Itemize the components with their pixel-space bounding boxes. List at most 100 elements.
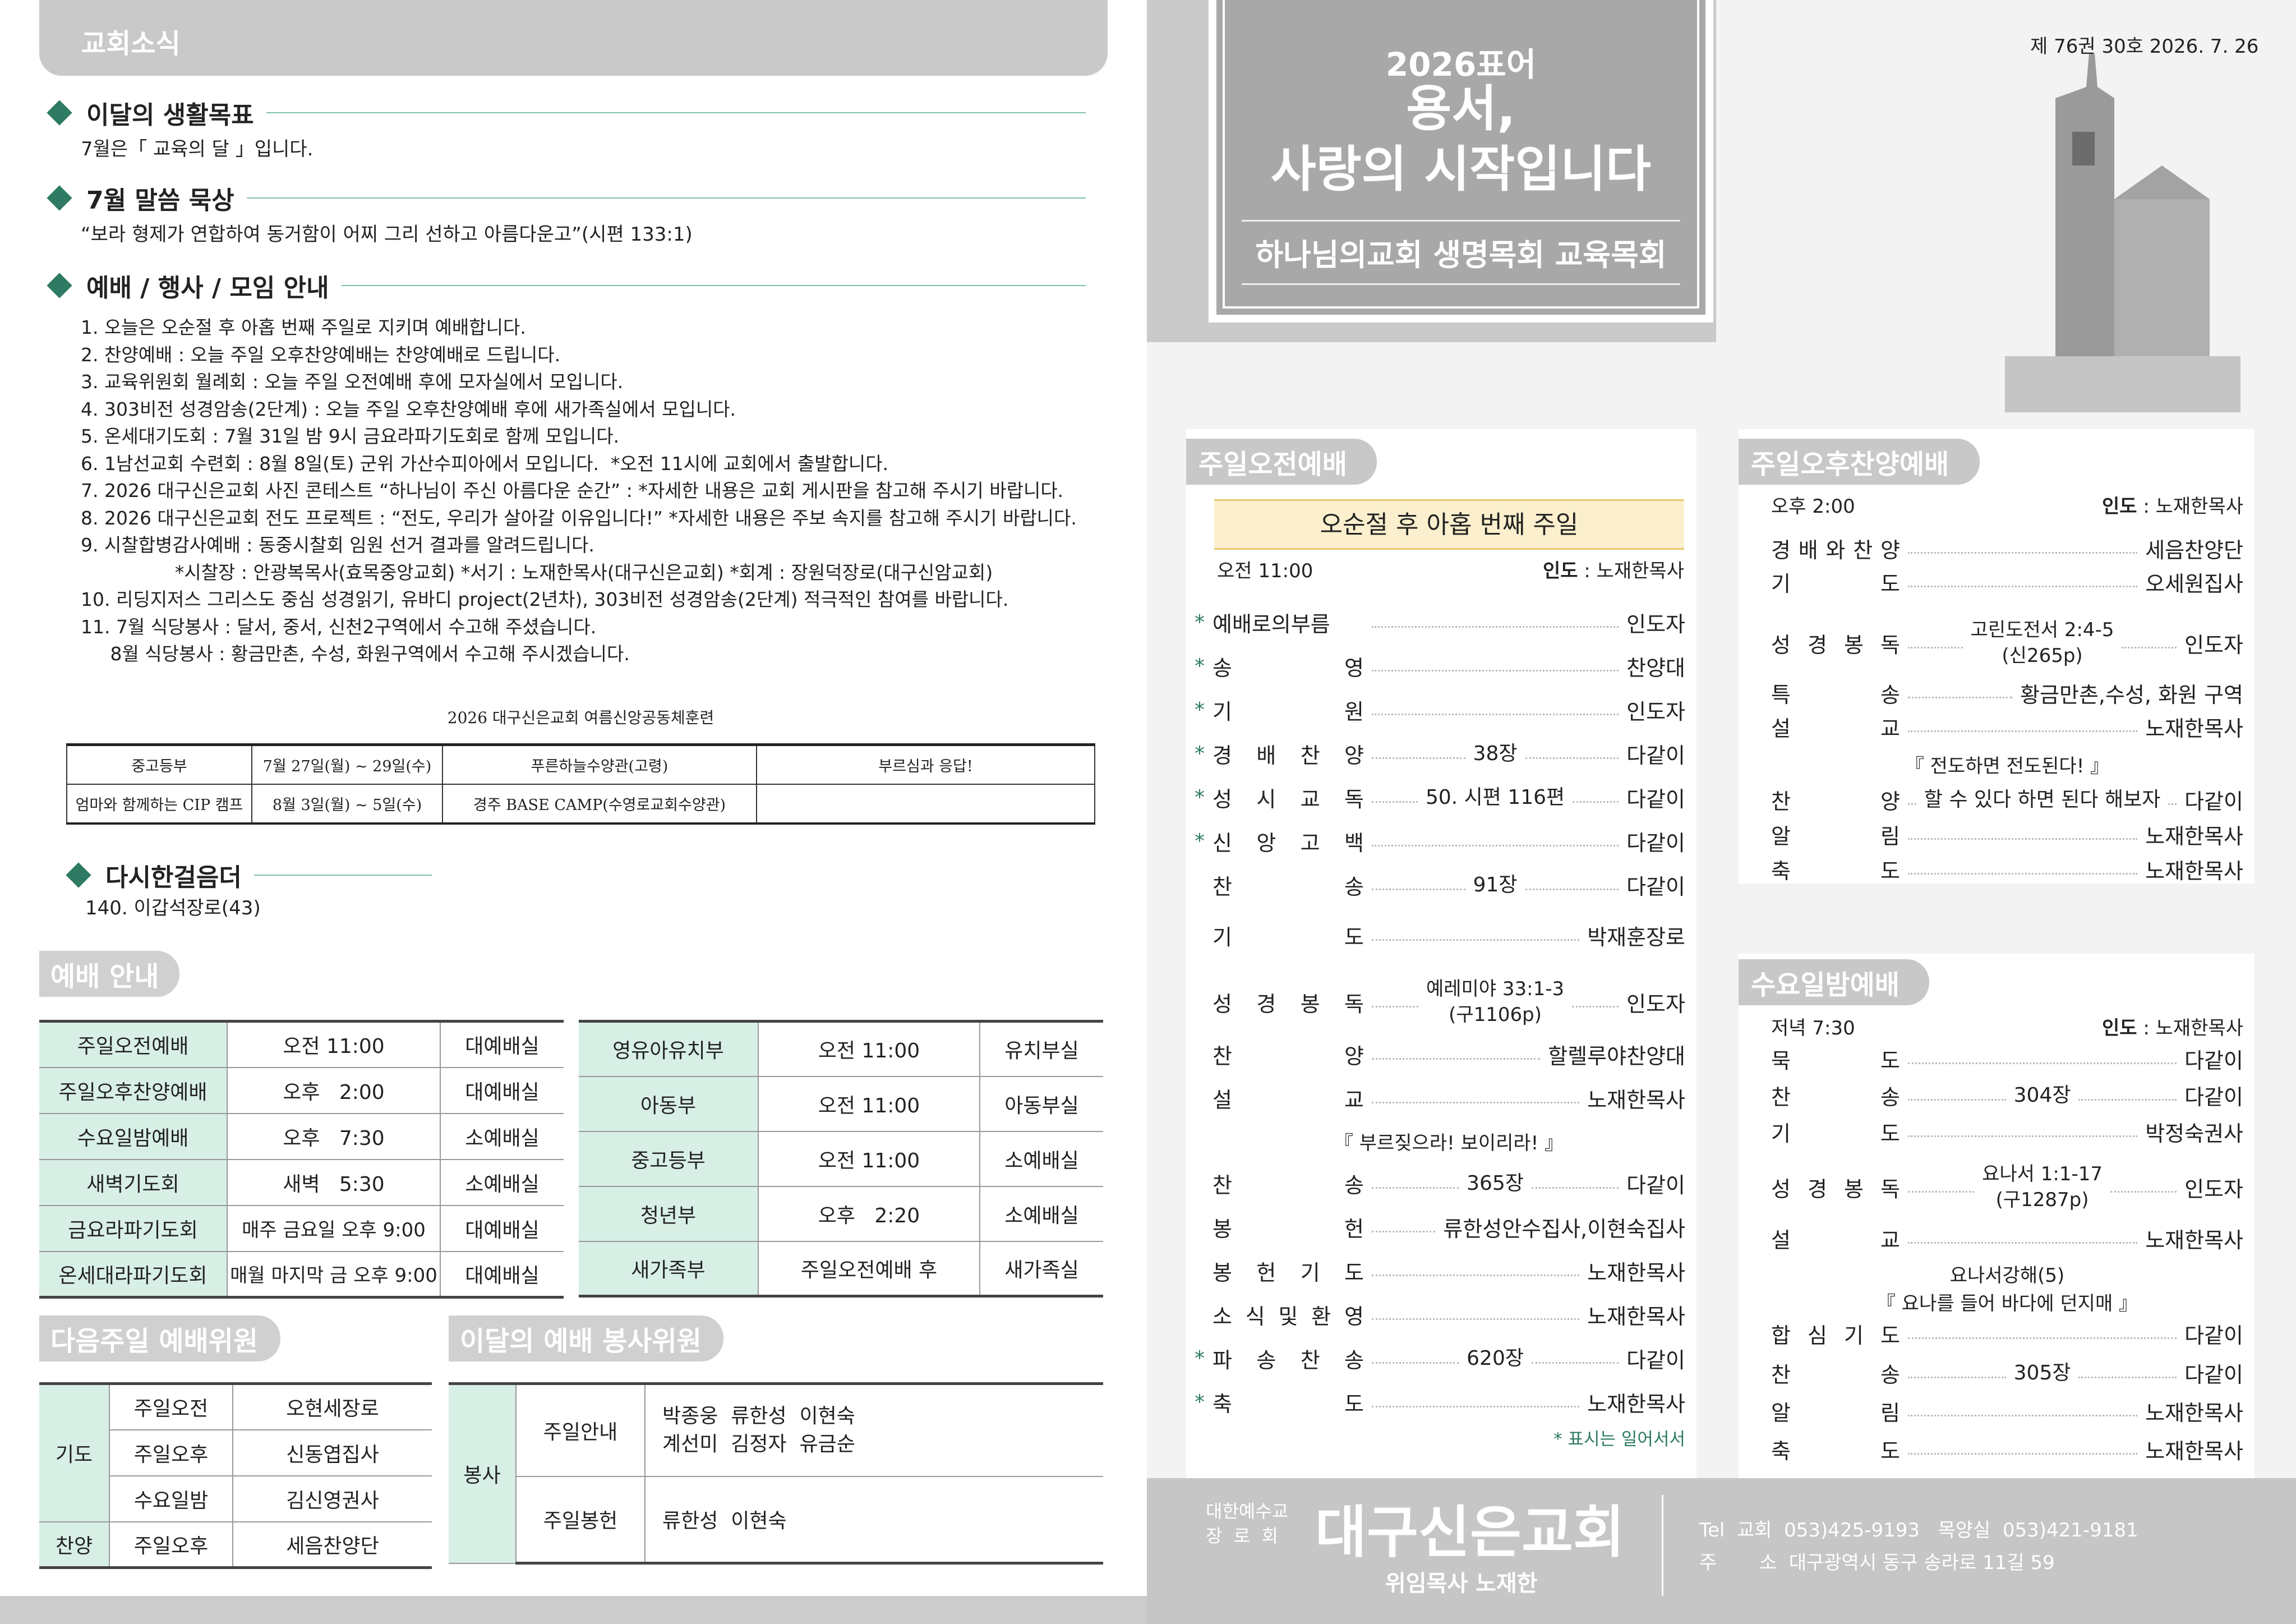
- sermon-title: 『 전도하면 전도된다! 』: [1905, 755, 2110, 778]
- order-label: 기원: [1212, 700, 1364, 724]
- table-row: 주일오전예배 오전 11:00 대예배실: [39, 1020, 564, 1068]
- order-person: 인도자: [2184, 1176, 2244, 1202]
- order-row: * 송 영 찬양대: [1195, 651, 1685, 682]
- order-person: 다같이: [2184, 1085, 2244, 1110]
- standing-note: * 표시는 일어서서: [1553, 1429, 1685, 1450]
- notices-section: 예배 / 행사 / 모임 안내 1. 오늘은 오순절 후 아홉 번째 주일로 지…: [43, 266, 1086, 668]
- footer-address: 주 소 대구광역시 동구 송라로 11길 59: [1699, 1552, 2055, 1574]
- order-row: * 신 앙 고 백 다같이: [1195, 826, 1685, 857]
- goal-title: 이달의 생활목표: [86, 101, 254, 130]
- order-person: 다같이: [1626, 787, 1686, 812]
- order-row: * 예배로의부름 인도자: [1195, 607, 1685, 638]
- notice-item: *시찰장 : 안광복목사(효목중앙교회) *서기 : 노재한목사(대구신은교회)…: [81, 561, 993, 583]
- morning-time: 오전 11:00: [1217, 560, 1313, 582]
- morning-leader: 인도 : 노재한목사: [1542, 560, 1684, 582]
- order-person: 다같이: [2184, 789, 2243, 814]
- order-person: 류한성안수집사,이현숙집사: [1443, 1217, 1685, 1241]
- worship-schedule-right: 영유아유치부 오전 11:00 유치부실 아동부 오전 11:00 아동부실 중고등부 오…: [579, 1020, 1103, 1298]
- table-row: 주일봉헌 류한성 이현숙: [449, 1476, 1103, 1565]
- standing-mark: *: [1195, 830, 1205, 853]
- order-label: 축도: [1212, 1392, 1364, 1416]
- volunteers-cell: 박종웅 류한성 이현숙 계선미 김정자 유금순: [645, 1382, 1103, 1477]
- order-row: 축 도 노재한목사: [1771, 1434, 2243, 1465]
- order-row: 성 경 봉 독 요나서 1:1-17 (구1287p) 인도자: [1771, 1161, 2243, 1213]
- order-person: 노재한목사: [2145, 1228, 2243, 1253]
- verse-title: 7월 말씀 묵상: [86, 186, 234, 215]
- order-person: 인도자: [1626, 700, 1685, 724]
- notice-item: 8월 식당봉사 : 황금만촌, 수성, 화원구역에서 수고해 주시겠습니다.: [81, 643, 630, 665]
- table-row: 찬양 주일오후 세음찬양단: [39, 1521, 432, 1569]
- order-person: 다같이: [1626, 875, 1686, 899]
- goal-text: 7월은「 교육의 달 」입니다.: [81, 138, 313, 160]
- table-row: 온세대라파기도회 매월 마지막 금 오후 9:00 대예배실: [39, 1251, 564, 1299]
- order-person: 인도자: [1626, 991, 1686, 1016]
- order-detail: 620장: [1467, 1346, 1524, 1370]
- order-person: 노재한목사: [2145, 859, 2243, 884]
- notice-item: 2. 찬양예배 : 오늘 주일 오후찬양예배는 찬양예배로 드립니다.: [81, 343, 561, 366]
- footer-tel: Tel 교회 053)425-9193 목양실 053)421-9181: [1699, 1519, 2138, 1542]
- order-person: 황금만촌,수성, 화원 구역: [2020, 683, 2243, 707]
- wednesday-time: 저녁 7:30: [1771, 1017, 1855, 1039]
- order-label: 성시교독: [1212, 787, 1364, 812]
- order-person: 다같이: [1626, 1173, 1686, 1198]
- camp-table: 중고등부 7월 27일(월) ~ 29일(수) 푸른하늘수양관(고령) 부르심과…: [66, 743, 1095, 825]
- hero-inner: 2026표어 용서, 사랑의 시작입니다 하나님의교회 생명목회 교육목회: [1223, 0, 1699, 309]
- morning-banner: 오순절 후 아홉 번째 주일: [1214, 499, 1684, 550]
- notice-item: 3. 교육위원회 월례회 : 오늘 주일 오전예배 후에 모자실에서 모입니다.: [81, 371, 624, 393]
- camp-cell: 7월 27일(월) ~ 29일(수): [251, 743, 443, 785]
- order-label: 설교: [1771, 1228, 1900, 1253]
- order-detail: 할 수 있다 하면 된다 해보자: [1924, 788, 2161, 811]
- order-person: 박정숙권사: [2145, 1121, 2243, 1146]
- sermon-title: 『 부르짖으라! 보이리라! 』: [1334, 1132, 1564, 1154]
- goal-section: 이달의 생활목표 7월은「 교육의 달 」입니다.: [43, 93, 1086, 163]
- order-person: 노재한목사: [1587, 1088, 1685, 1112]
- order-person: 박재훈장로: [1587, 925, 1685, 950]
- volunteers-title: 이달의 예배 봉사위원: [449, 1315, 723, 1361]
- order-label: 설교: [1771, 716, 1900, 741]
- order-label: 찬송: [1212, 875, 1364, 899]
- order-row: 합 심 기 도 다같이: [1771, 1318, 2243, 1349]
- table-row: 새벽기도회 새벽 5:30 소예배실: [39, 1159, 564, 1206]
- order-label: 찬송: [1212, 1173, 1364, 1198]
- diamond-icon: [47, 273, 72, 298]
- order-row: 성 경 봉 독 고린도전서 2:4-5 (신265p) 인도자: [1771, 617, 2243, 669]
- order-label: 소식및환영: [1212, 1304, 1364, 1329]
- verse-text: “보라 형제가 연합하여 동거함이 어찌 그리 선하고 아름다운고”(시편 13…: [81, 223, 693, 246]
- order-person: 다같이: [2184, 1363, 2244, 1387]
- order-row: * 경 배 찬 양 38장 다같이: [1195, 738, 1685, 769]
- left-header: 교회소식: [39, 0, 1108, 76]
- order-label: 기도: [1771, 1121, 1900, 1146]
- order-row: 설 교 노재한목사: [1771, 711, 2243, 742]
- order-row: 축 도 노재한목사: [1771, 854, 2243, 885]
- camp-cell: 푸른하늘수양관(고령): [442, 743, 757, 785]
- order-detail: 요나서 1:1-17 (구1287p): [1982, 1163, 2103, 1211]
- order-row: 찬 양 할렐루야찬양대: [1195, 1039, 1685, 1070]
- table-row: 엄마와 함께하는 CIP 캠프 8월 3일(월) ~ 5일(수) 경주 BASE…: [66, 783, 1095, 825]
- again-text: 140. 이갑석장로(43): [85, 897, 261, 919]
- order-label: 파송찬송: [1212, 1348, 1364, 1373]
- order-person: 오세원집사: [2145, 572, 2243, 596]
- order-person: 다같이: [1626, 831, 1685, 855]
- order-row: * 파 송 찬 송 620장 다같이: [1195, 1343, 1685, 1374]
- verse-section: 7월 말씀 묵상 “보라 형제가 연합하여 동거함이 어찌 그리 선하고 아름다…: [43, 178, 1086, 248]
- order-label: 찬양: [1771, 789, 1900, 814]
- order-label: 설교: [1212, 1088, 1364, 1112]
- worship-schedule-left: 주일오전예배 오전 11:00 대예배실 주일오후찬양예배 오후 2:00 대예배실 수…: [39, 1020, 564, 1299]
- camp-cell: 중고등부: [66, 743, 252, 785]
- notices-list: 1. 오늘은 오순절 후 아홉 번째 주일로 지키며 예배합니다. 2. 찬양예…: [81, 314, 1086, 668]
- order-label: 찬송: [1771, 1085, 1900, 1110]
- church-name: 대구신은교회: [1315, 1499, 1625, 1565]
- afternoon-leader: 인도 : 노재한목사: [2101, 495, 2243, 518]
- order-person: 노재한목사: [1587, 1260, 1685, 1285]
- sermon-title: 『 요나를 들어 바다에 던지매 』: [1876, 1292, 2138, 1315]
- order-detail: 304장: [2013, 1083, 2071, 1107]
- wednesday-leader: 인도 : 노재한목사: [2101, 1017, 2243, 1039]
- order-label: 봉헌기도: [1212, 1260, 1364, 1285]
- notice-item: 4. 303비전 성경암송(2단계) : 오늘 주일 오후찬양예배 후에 새가족…: [81, 398, 736, 420]
- order-person: 노재한목사: [2145, 716, 2243, 741]
- table-row: 금요라파기도회 매주 금요일 오후 9:00 대예배실: [39, 1205, 564, 1252]
- order-row: 찬 송 91장 다같이: [1195, 869, 1685, 900]
- order-row: 소 식 및 환 영 노재한목사: [1195, 1299, 1685, 1330]
- order-person: 찬양대: [1626, 656, 1685, 680]
- order-row: 찬 송 304장 다같이: [1771, 1080, 2243, 1111]
